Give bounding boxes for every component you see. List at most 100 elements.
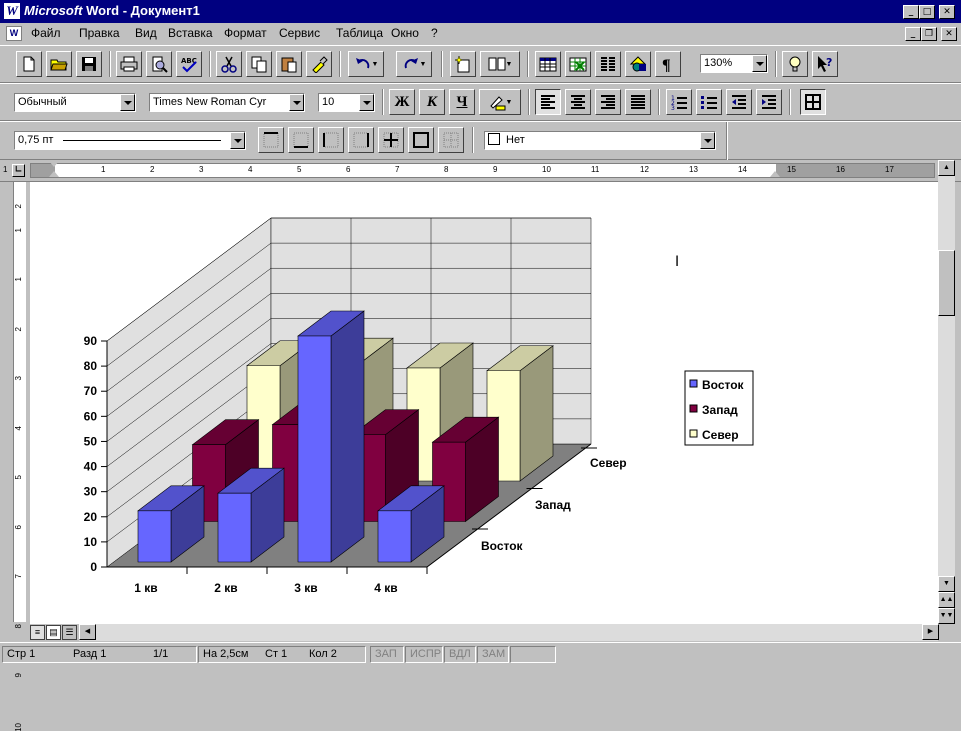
first-line-indent-marker[interactable]: [49, 161, 59, 167]
style-combo[interactable]: Обычный: [14, 93, 136, 112]
left-border-button[interactable]: [318, 127, 344, 153]
insert-autotext-button[interactable]: [450, 51, 476, 77]
menu-view[interactable]: Вид: [135, 26, 157, 40]
next-page-button[interactable]: ▼▼: [938, 608, 955, 624]
chevron-down-icon[interactable]: [230, 132, 245, 149]
justify-button[interactable]: [625, 89, 651, 115]
document-page[interactable]: 01020304050607080901 кв2 кв3 кв4 квВосто…: [30, 182, 938, 624]
chevron-down-icon[interactable]: [752, 55, 767, 72]
drawing-button[interactable]: [625, 51, 651, 77]
decrease-indent-button[interactable]: [726, 89, 752, 115]
insert-table-button[interactable]: [535, 51, 561, 77]
doc-restore-button[interactable]: ❐: [921, 27, 937, 41]
horizontal-ruler[interactable]: ∟ 11234567891011121314151617: [0, 160, 961, 182]
font-size-combo[interactable]: 10: [318, 93, 375, 112]
paste-button[interactable]: [276, 51, 302, 77]
borders-toggle-button[interactable]: [800, 89, 826, 115]
align-left-icon: [539, 93, 557, 111]
chevron-down-icon[interactable]: [120, 94, 135, 111]
status-position-info[interactable]: На 2,5см Ст 1 Кол 2: [198, 646, 366, 663]
menu-edit[interactable]: Правка: [79, 26, 120, 40]
chevron-down-icon[interactable]: [289, 94, 304, 111]
scroll-down-button[interactable]: ▼: [938, 576, 955, 592]
scroll-thumb[interactable]: [938, 250, 955, 316]
menu-insert[interactable]: Вставка: [168, 26, 213, 40]
cut-button[interactable]: [216, 51, 242, 77]
normal-view-button[interactable]: ≡: [30, 625, 45, 640]
increase-indent-button[interactable]: [756, 89, 782, 115]
inside-border-button[interactable]: [378, 127, 404, 153]
doc-close-button[interactable]: ✕: [941, 27, 957, 41]
copy-button[interactable]: [246, 51, 272, 77]
numbering-button[interactable]: 123: [666, 89, 692, 115]
underline-button[interactable]: Ч: [449, 89, 475, 115]
print-preview-button[interactable]: [146, 51, 172, 77]
open-button[interactable]: [46, 51, 72, 77]
redo-button[interactable]: ▼: [396, 51, 432, 77]
align-right-button[interactable]: [595, 89, 621, 115]
menu-window[interactable]: Окно: [391, 26, 419, 40]
menu-table[interactable]: Таблица: [336, 26, 383, 40]
top-border-button[interactable]: [258, 127, 284, 153]
status-rec[interactable]: ЗАП: [370, 646, 404, 663]
outline-view-button[interactable]: ☰: [62, 625, 77, 640]
undo-button[interactable]: ▼: [348, 51, 384, 77]
bold-button[interactable]: Ж: [389, 89, 415, 115]
bullets-button[interactable]: [696, 89, 722, 115]
status-spelling[interactable]: [510, 646, 556, 663]
minimize-button[interactable]: _: [903, 5, 919, 19]
insert-excel-button[interactable]: [565, 51, 591, 77]
status-ext[interactable]: ВДЛ: [444, 646, 476, 663]
scroll-right-button[interactable]: ▶: [922, 624, 939, 640]
shading-combo[interactable]: Нет: [484, 131, 716, 150]
zoom-combo[interactable]: 130%: [700, 54, 768, 73]
right-indent-marker[interactable]: [770, 171, 780, 177]
horizontal-scrollbar[interactable]: ◀ ▶: [79, 624, 938, 641]
line-weight-combo[interactable]: 0,75 пт: [14, 131, 246, 150]
align-left-button[interactable]: [535, 89, 561, 115]
status-trk[interactable]: ИСПР: [405, 646, 443, 663]
maximize-button[interactable]: □: [919, 5, 935, 19]
tab-stop-selector[interactable]: ∟: [12, 164, 25, 177]
menu-file[interactable]: Файл: [31, 26, 61, 40]
menu-format[interactable]: Формат: [224, 26, 267, 40]
status-page-info[interactable]: Стр 1 Разд 1 1/1: [2, 646, 197, 663]
spelling-button[interactable]: ABC: [176, 51, 202, 77]
outside-border-button[interactable]: [408, 127, 434, 153]
new-document-button[interactable]: [16, 51, 42, 77]
vertical-scrollbar[interactable]: ▲ ▼ ▲▲ ▼▼: [938, 160, 955, 624]
numbered-list-icon: 123: [670, 93, 688, 111]
show-hide-button[interactable]: ¶: [655, 51, 681, 77]
tip-wizard-button[interactable]: [782, 51, 808, 77]
format-painter-button[interactable]: [306, 51, 332, 77]
bottom-border-button[interactable]: [288, 127, 314, 153]
menu-tools[interactable]: Сервис: [279, 26, 320, 40]
chevron-down-icon[interactable]: [359, 94, 374, 111]
insert-address-button[interactable]: ▼: [480, 51, 520, 77]
scroll-up-button[interactable]: ▲: [938, 160, 955, 176]
right-border-button[interactable]: [348, 127, 374, 153]
left-indent-marker[interactable]: [49, 171, 59, 177]
vertical-ruler[interactable]: 2112345678910: [8, 182, 30, 622]
columns-button[interactable]: [595, 51, 621, 77]
print-button[interactable]: [116, 51, 142, 77]
no-border-button[interactable]: [438, 127, 464, 153]
chart-3d-column[interactable]: 01020304050607080901 кв2 кв3 кв4 квВосто…: [30, 182, 938, 624]
font-combo[interactable]: Times New Roman Cyr: [149, 93, 305, 112]
align-center-button[interactable]: [565, 89, 591, 115]
chevron-down-icon[interactable]: [700, 132, 715, 149]
scroll-left-button[interactable]: ◀: [79, 624, 96, 640]
close-button[interactable]: ✕: [939, 5, 955, 19]
menu-help[interactable]: ?: [431, 26, 438, 40]
highlight-button[interactable]: ▼: [479, 89, 521, 115]
help-button[interactable]: ?: [812, 51, 838, 77]
doc-minimize-button[interactable]: _: [905, 27, 921, 41]
previous-page-button[interactable]: ▲▲: [938, 592, 955, 608]
page-layout-view-button[interactable]: ▤: [46, 625, 61, 640]
save-button[interactable]: [76, 51, 102, 77]
word-app-icon[interactable]: W: [4, 3, 20, 19]
status-ovr[interactable]: ЗАМ: [477, 646, 509, 663]
excel-sheet-icon: [569, 55, 587, 73]
document-icon[interactable]: W: [6, 26, 22, 41]
italic-button[interactable]: К: [419, 89, 445, 115]
